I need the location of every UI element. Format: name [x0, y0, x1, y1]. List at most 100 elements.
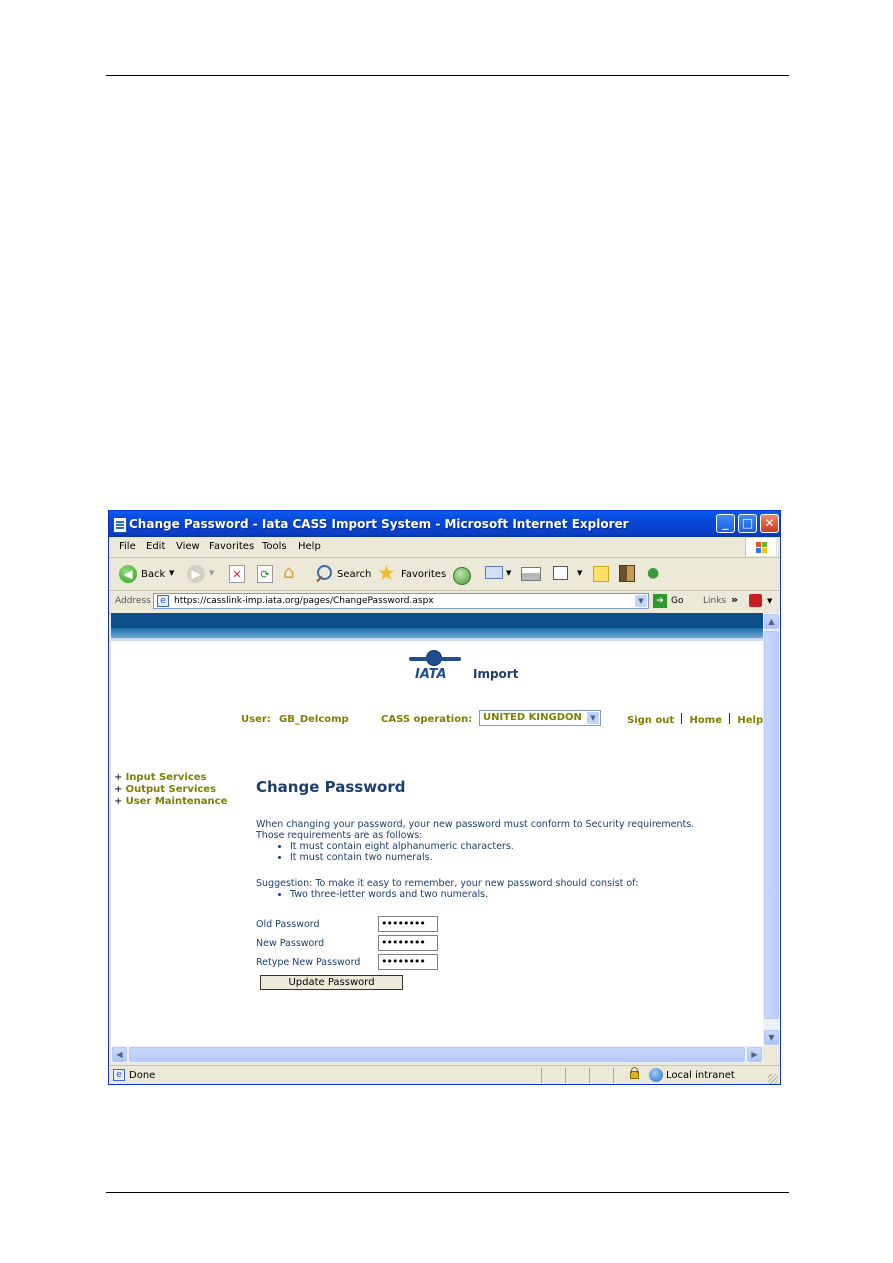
- suggestion-text: Suggestion: To make it easy to remember,…: [256, 878, 756, 900]
- address-dropdown-icon[interactable]: ▼: [635, 595, 647, 607]
- edit-dropdown-icon: ▼: [577, 569, 583, 577]
- cass-select[interactable]: UNITED KINGDON ▼: [479, 710, 601, 726]
- menu-file[interactable]: File: [119, 541, 136, 552]
- user-value: GB_Delcomp: [279, 714, 349, 725]
- favorites-button[interactable]: ★ Favorites: [377, 561, 447, 585]
- ie-page-icon: e: [113, 1069, 125, 1081]
- help-link[interactable]: Help: [737, 715, 763, 726]
- go-label: Go: [671, 596, 684, 606]
- sidebar-nav: + Input Services + Output Services + Use…: [114, 772, 227, 808]
- browser-window: Change Password - Iata CASS Import Syste…: [108, 510, 781, 1085]
- mail-icon: [485, 566, 503, 579]
- intro-text: When changing your password, your new pa…: [256, 819, 756, 863]
- mail-button[interactable]: ▼: [485, 563, 515, 585]
- sidebar-item-input-services[interactable]: + Input Services: [114, 772, 227, 784]
- menu-help[interactable]: Help: [298, 541, 321, 552]
- old-password-input[interactable]: ••••••••: [378, 916, 438, 932]
- go-arrow-icon: ➔: [653, 594, 667, 608]
- mail-dropdown-icon: ▼: [506, 569, 512, 577]
- address-input[interactable]: e https://casslink-imp.iata.org/pages/Ch…: [153, 593, 649, 609]
- status-divider: [613, 1068, 614, 1083]
- forward-button[interactable]: ▶ ▼: [185, 563, 219, 585]
- header-band-gradient: [111, 628, 763, 638]
- refresh-icon[interactable]: ⟳: [257, 565, 273, 583]
- search-button[interactable]: Search: [315, 563, 373, 585]
- scroll-thumb[interactable]: [764, 631, 779, 1019]
- history-icon[interactable]: [453, 567, 471, 585]
- go-button[interactable]: ➔ Go: [653, 593, 687, 609]
- acrobat-icon[interactable]: [749, 594, 762, 607]
- windows-logo-icon: [745, 538, 776, 556]
- cass-dropdown-icon[interactable]: ▼: [587, 712, 599, 724]
- favorites-star-icon: ★: [377, 561, 396, 585]
- scroll-up-icon[interactable]: ▲: [764, 614, 779, 629]
- padlock-shackle: [631, 1067, 638, 1073]
- forward-dropdown-icon: ▼: [209, 569, 215, 577]
- edit-button[interactable]: ▼: [551, 563, 583, 585]
- stop-icon[interactable]: ✕: [229, 565, 245, 583]
- resize-grip-icon[interactable]: [768, 1074, 778, 1084]
- title-bar[interactable]: Change Password - Iata CASS Import Syste…: [109, 511, 780, 537]
- cass-label: CASS operation:: [381, 714, 473, 725]
- print-icon[interactable]: [521, 567, 541, 581]
- expand-marker: +: [114, 784, 123, 795]
- links-chevron-icon[interactable]: »: [731, 593, 738, 606]
- new-password-input[interactable]: ••••••••: [378, 935, 438, 951]
- intro-line-1: When changing your password, your new pa…: [256, 819, 695, 830]
- favorites-label: Favorites: [401, 569, 447, 580]
- close-button[interactable]: ✕: [760, 514, 779, 533]
- horizontal-scrollbar[interactable]: ◀ ▶: [111, 1046, 763, 1063]
- page-top-rule: [106, 75, 789, 76]
- home-icon[interactable]: ⌂: [283, 562, 305, 584]
- old-password-label: Old Password: [256, 919, 320, 930]
- status-divider: [565, 1068, 566, 1083]
- menu-edit[interactable]: Edit: [146, 541, 165, 552]
- expand-marker: +: [114, 796, 123, 807]
- sidebar-item-output-services[interactable]: + Output Services: [114, 784, 227, 796]
- logo-wings: [409, 657, 461, 661]
- back-button[interactable]: ◀ Back ▼: [117, 563, 179, 585]
- forward-arrow-icon: ▶: [187, 565, 205, 583]
- menu-tools[interactable]: Tools: [262, 541, 287, 552]
- research-icon[interactable]: [619, 565, 635, 582]
- sidebar-item-user-maintenance[interactable]: + User Maintenance: [114, 796, 227, 808]
- status-text: Done: [129, 1070, 156, 1081]
- retype-password-input[interactable]: ••••••••: [378, 954, 438, 970]
- hscroll-thumb[interactable]: [129, 1047, 745, 1062]
- scroll-left-icon[interactable]: ◀: [112, 1047, 127, 1062]
- status-divider: [589, 1068, 590, 1083]
- user-label: User:: [241, 714, 271, 725]
- address-bar: Address e https://casslink-imp.iata.org/…: [109, 591, 780, 614]
- back-dropdown-icon: ▼: [169, 569, 175, 577]
- window-title: Change Password - Iata CASS Import Syste…: [129, 517, 629, 531]
- sign-out-link[interactable]: Sign out: [627, 715, 674, 726]
- maximize-button[interactable]: □: [738, 514, 757, 533]
- search-label: Search: [337, 569, 372, 580]
- main-panel: Change Password When changing your passw…: [256, 778, 756, 990]
- messenger-icon[interactable]: ●: [647, 563, 667, 583]
- iata-logo: IATA: [409, 650, 461, 684]
- list-item: It must contain two numerals.: [290, 852, 756, 863]
- suggestion-line: Suggestion: To make it easy to remember,…: [256, 878, 639, 889]
- vertical-scrollbar[interactable]: ▲ ▼: [763, 613, 780, 1046]
- nav-divider: [681, 713, 683, 724]
- header-nav: Sign out Home Help: [627, 713, 763, 726]
- links-label[interactable]: Links: [703, 596, 726, 606]
- intro-line-2: Those requirements are as follows:: [256, 830, 423, 841]
- menu-favorites[interactable]: Favorites: [209, 541, 254, 552]
- acrobat-dropdown-icon[interactable]: ▼: [767, 597, 772, 605]
- requirements-list: It must contain eight alphanumeric chara…: [256, 841, 756, 863]
- page-bottom-rule: [106, 1192, 789, 1193]
- scroll-down-icon[interactable]: ▼: [764, 1030, 779, 1045]
- update-password-button[interactable]: Update Password: [260, 975, 403, 990]
- minimize-button[interactable]: _: [716, 514, 735, 533]
- ie-page-icon: e: [157, 595, 169, 607]
- cass-value: UNITED KINGDON: [483, 712, 582, 723]
- status-divider: [541, 1068, 542, 1083]
- scroll-right-icon[interactable]: ▶: [747, 1047, 762, 1062]
- app-name: Import: [473, 667, 519, 681]
- home-link[interactable]: Home: [690, 715, 722, 726]
- discuss-icon[interactable]: [593, 566, 609, 582]
- address-label: Address: [115, 596, 151, 606]
- menu-view[interactable]: View: [176, 541, 200, 552]
